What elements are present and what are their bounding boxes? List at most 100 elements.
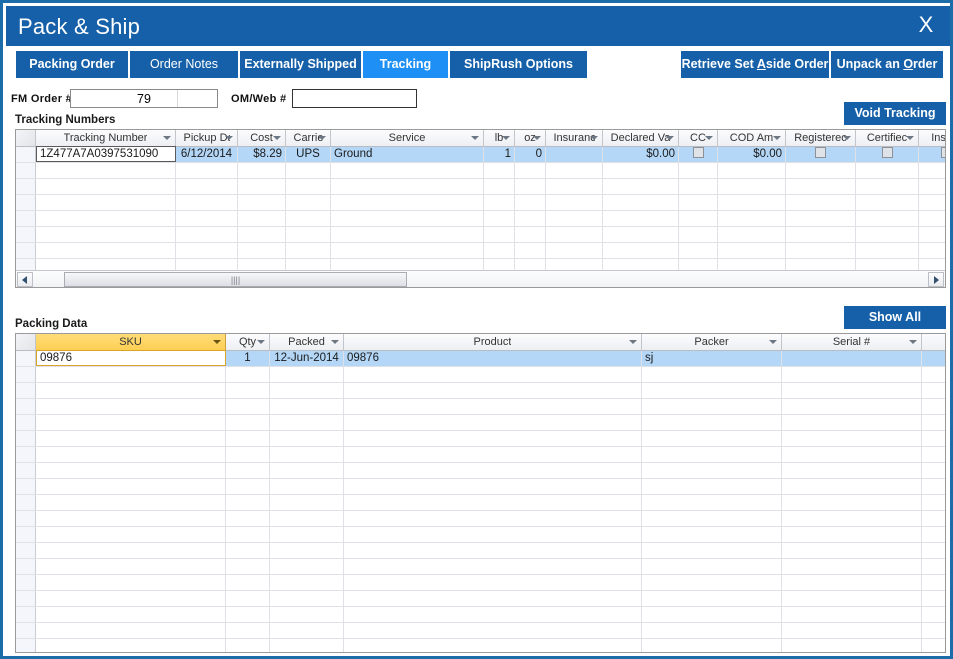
cell-empty[interactable] — [782, 607, 922, 622]
cell-packer[interactable]: sj — [642, 351, 782, 366]
cell-empty[interactable] — [603, 243, 679, 258]
cell-tracking-number[interactable]: 1Z477A7A0397531090 — [36, 146, 176, 162]
cell-empty[interactable] — [270, 431, 344, 446]
cell-empty[interactable] — [36, 227, 176, 242]
row-selector-cell[interactable] — [16, 431, 36, 446]
table-row[interactable]: 1Z477A7A03975310906/12/2014$8.29UPSGroun… — [16, 147, 945, 163]
table-row-empty[interactable] — [16, 447, 945, 463]
cell-empty[interactable] — [36, 367, 226, 382]
cell-empty[interactable] — [344, 559, 642, 574]
cell-empty[interactable] — [718, 227, 786, 242]
table-row-empty[interactable] — [16, 383, 945, 399]
cell-empty[interactable] — [226, 431, 270, 446]
cell-empty[interactable] — [286, 211, 331, 226]
cell-empty[interactable] — [782, 415, 922, 430]
checkbox[interactable] — [882, 147, 893, 158]
row-selector-cell[interactable] — [16, 351, 36, 366]
cell-empty[interactable] — [782, 639, 922, 653]
chevron-down-icon[interactable] — [843, 136, 851, 140]
checkbox[interactable] — [815, 147, 826, 158]
table-row-empty[interactable] — [16, 463, 945, 479]
cell-sku[interactable]: 09876 — [36, 350, 226, 366]
chevron-down-icon[interactable] — [257, 340, 265, 344]
table-row-empty[interactable] — [16, 511, 945, 527]
cell-empty[interactable] — [856, 211, 919, 226]
cell-empty[interactable] — [36, 179, 176, 194]
cell-empty[interactable] — [515, 227, 546, 242]
checkbox[interactable] — [941, 147, 946, 158]
cell-empty[interactable] — [856, 195, 919, 210]
cell-empty[interactable] — [270, 543, 344, 558]
cell-empty[interactable] — [782, 559, 922, 574]
row-selector-cell[interactable] — [16, 575, 36, 590]
cell-empty[interactable] — [36, 639, 226, 653]
cell-empty[interactable] — [546, 227, 603, 242]
chevron-down-icon[interactable] — [773, 136, 781, 140]
table-row-empty[interactable] — [16, 211, 945, 227]
cell-empty[interactable] — [226, 495, 270, 510]
cell-empty[interactable] — [642, 575, 782, 590]
cell-empty[interactable] — [270, 623, 344, 638]
cell-empty[interactable] — [36, 463, 226, 478]
cell-empty[interactable] — [642, 399, 782, 414]
cell-empty[interactable] — [782, 383, 922, 398]
cell-empty[interactable] — [286, 179, 331, 194]
chevron-down-icon[interactable] — [533, 136, 541, 140]
cell-empty[interactable] — [344, 527, 642, 542]
cell-empty[interactable] — [603, 211, 679, 226]
cell-empty[interactable] — [919, 179, 946, 194]
cell-insuranc[interactable] — [546, 147, 603, 162]
cell-empty[interactable] — [546, 211, 603, 226]
cell-empty[interactable] — [226, 527, 270, 542]
cell-empty[interactable] — [270, 607, 344, 622]
table-row-empty[interactable] — [16, 559, 945, 575]
column-header-lb[interactable]: lb — [484, 130, 515, 146]
cell-empty[interactable] — [484, 179, 515, 194]
cell-empty[interactable] — [344, 463, 642, 478]
cell-empty[interactable] — [270, 479, 344, 494]
cell-empty[interactable] — [642, 495, 782, 510]
cell-empty[interactable] — [679, 243, 718, 258]
row-selector-cell[interactable] — [16, 559, 36, 574]
cell-empty[interactable] — [331, 163, 484, 178]
cell-empty[interactable] — [286, 243, 331, 258]
cell-empty[interactable] — [782, 479, 922, 494]
chevron-down-icon[interactable] — [629, 340, 637, 344]
cell-empty[interactable] — [782, 399, 922, 414]
cell-empty[interactable] — [344, 479, 642, 494]
cell-empty[interactable] — [36, 447, 226, 462]
cell-empty[interactable] — [515, 211, 546, 226]
cell-empty[interactable] — [718, 163, 786, 178]
table-row-empty[interactable] — [16, 591, 945, 607]
cell-empty[interactable] — [782, 543, 922, 558]
cell-empty[interactable] — [331, 227, 484, 242]
cell-empty[interactable] — [226, 591, 270, 606]
cell-empty[interactable] — [344, 575, 642, 590]
cell-empty[interactable] — [642, 511, 782, 526]
cell-empty[interactable] — [344, 415, 642, 430]
cell-pickup-date[interactable]: 6/12/2014 — [176, 147, 238, 162]
cell-cod-am[interactable]: $0.00 — [718, 147, 786, 162]
cell-empty[interactable] — [36, 591, 226, 606]
close-icon[interactable]: X — [913, 12, 939, 38]
row-selector-cell[interactable] — [16, 479, 36, 494]
column-header-insuranc[interactable]: Insuranc — [546, 130, 603, 146]
cell-empty[interactable] — [176, 211, 238, 226]
cell-empty[interactable] — [642, 383, 782, 398]
row-selector-cell[interactable] — [16, 147, 36, 162]
cell-empty[interactable] — [344, 639, 642, 653]
cell-empty[interactable] — [782, 431, 922, 446]
column-header-oz[interactable]: oz — [515, 130, 546, 146]
cell-empty[interactable] — [484, 243, 515, 258]
cell-empty[interactable] — [36, 399, 226, 414]
tab-unpack-an-order[interactable]: Unpack an Order — [831, 51, 943, 78]
cell-empty[interactable] — [718, 211, 786, 226]
cell-empty[interactable] — [331, 179, 484, 194]
cell-empty[interactable] — [36, 575, 226, 590]
cell-empty[interactable] — [344, 431, 642, 446]
cell-empty[interactable] — [226, 447, 270, 462]
table-row-empty[interactable] — [16, 623, 945, 639]
chevron-down-icon[interactable] — [331, 340, 339, 344]
table-row-empty[interactable] — [16, 431, 945, 447]
chevron-down-icon[interactable] — [225, 136, 233, 140]
